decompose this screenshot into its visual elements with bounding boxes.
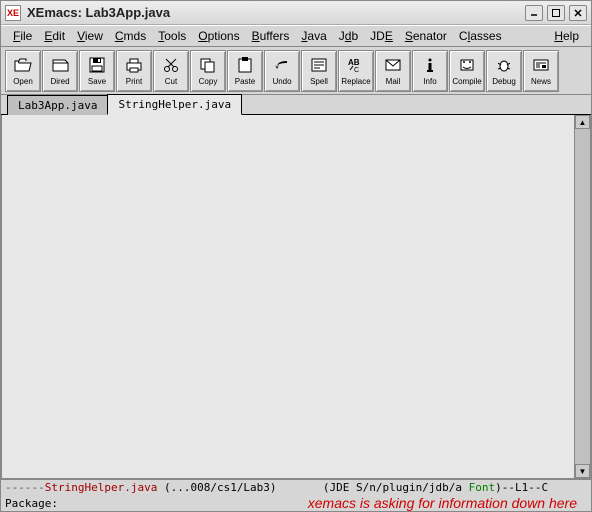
mail-button[interactable]: Mail <box>375 50 411 92</box>
modeline-font[interactable]: Font <box>469 481 496 494</box>
open-folder-icon <box>13 55 33 75</box>
tab-stringhelper[interactable]: StringHelper.java <box>107 94 242 115</box>
window-buttons <box>525 5 587 21</box>
bug-icon <box>494 55 514 75</box>
printer-icon <box>124 55 144 75</box>
copy-icon <box>198 55 218 75</box>
menu-classes[interactable]: Classes <box>453 27 508 45</box>
replace-icon: ABC <box>346 55 366 75</box>
clipboard-icon <box>235 55 255 75</box>
modeline: ------StringHelper.java (...008/cs1/Lab3… <box>1 479 591 495</box>
undo-button[interactable]: Undo <box>264 50 300 92</box>
editor-area: ▲ ▼ <box>1 115 591 479</box>
newspaper-icon <box>531 55 551 75</box>
text-editor[interactable] <box>2 115 574 478</box>
scroll-down-button[interactable]: ▼ <box>575 464 590 478</box>
menu-edit[interactable]: Edit <box>38 27 71 45</box>
menu-cmds[interactable]: Cmds <box>109 27 152 45</box>
minibuffer-prompt: Package: <box>5 497 58 510</box>
menu-file[interactable]: File <box>7 27 38 45</box>
spellcheck-icon <box>309 55 329 75</box>
menu-help[interactable]: Help <box>548 27 585 45</box>
dired-icon <box>50 55 70 75</box>
minibuffer[interactable]: Package: <box>1 495 591 511</box>
tab-lab3app[interactable]: Lab3App.java <box>7 95 108 115</box>
buffer-tabs: Lab3App.java StringHelper.java <box>1 95 591 115</box>
floppy-disk-icon <box>87 55 107 75</box>
news-button[interactable]: News <box>523 50 559 92</box>
menu-options[interactable]: Options <box>192 27 245 45</box>
info-button[interactable]: Info <box>412 50 448 92</box>
copy-button[interactable]: Copy <box>190 50 226 92</box>
spell-button[interactable]: Spell <box>301 50 337 92</box>
save-button[interactable]: Save <box>79 50 115 92</box>
envelope-icon <box>383 55 403 75</box>
scroll-track[interactable] <box>575 129 590 464</box>
compile-icon <box>457 55 477 75</box>
toolbar: Open Dired Save Print Cut Copy Paste Und… <box>1 47 591 95</box>
menu-view[interactable]: View <box>71 27 109 45</box>
paste-button[interactable]: Paste <box>227 50 263 92</box>
undo-arrow-icon <box>272 55 292 75</box>
menu-java[interactable]: Java <box>295 27 332 45</box>
window-title: XEmacs: Lab3App.java <box>27 5 525 20</box>
modeline-path: (...008/cs1/Lab3) <box>157 481 276 494</box>
close-button[interactable] <box>569 5 587 21</box>
scissors-icon <box>161 55 181 75</box>
menu-buffers[interactable]: Buffers <box>246 27 296 45</box>
print-button[interactable]: Print <box>116 50 152 92</box>
titlebar: XE XEmacs: Lab3App.java <box>1 1 591 25</box>
maximize-button[interactable] <box>547 5 565 21</box>
menu-jde[interactable]: JDE <box>364 27 399 45</box>
svg-text:C: C <box>354 67 359 73</box>
app-icon: XE <box>5 5 21 21</box>
menu-senator[interactable]: Senator <box>399 27 453 45</box>
menu-jdb[interactable]: Jdb <box>333 27 364 45</box>
cut-button[interactable]: Cut <box>153 50 189 92</box>
menubar: File Edit View Cmds Tools Options Buffer… <box>1 25 591 47</box>
info-icon <box>420 55 440 75</box>
menu-tools[interactable]: Tools <box>152 27 192 45</box>
xemacs-window: XE XEmacs: Lab3App.java File Edit View C… <box>0 0 592 512</box>
open-button[interactable]: Open <box>5 50 41 92</box>
dired-button[interactable]: Dired <box>42 50 78 92</box>
replace-button[interactable]: ABCReplace <box>338 50 374 92</box>
vertical-scrollbar[interactable]: ▲ ▼ <box>574 115 590 478</box>
modeline-filename: StringHelper.java <box>45 481 158 494</box>
compile-button[interactable]: Compile <box>449 50 485 92</box>
minimize-button[interactable] <box>525 5 543 21</box>
svg-text:AB: AB <box>348 58 360 67</box>
scroll-up-button[interactable]: ▲ <box>575 115 590 129</box>
debug-button[interactable]: Debug <box>486 50 522 92</box>
